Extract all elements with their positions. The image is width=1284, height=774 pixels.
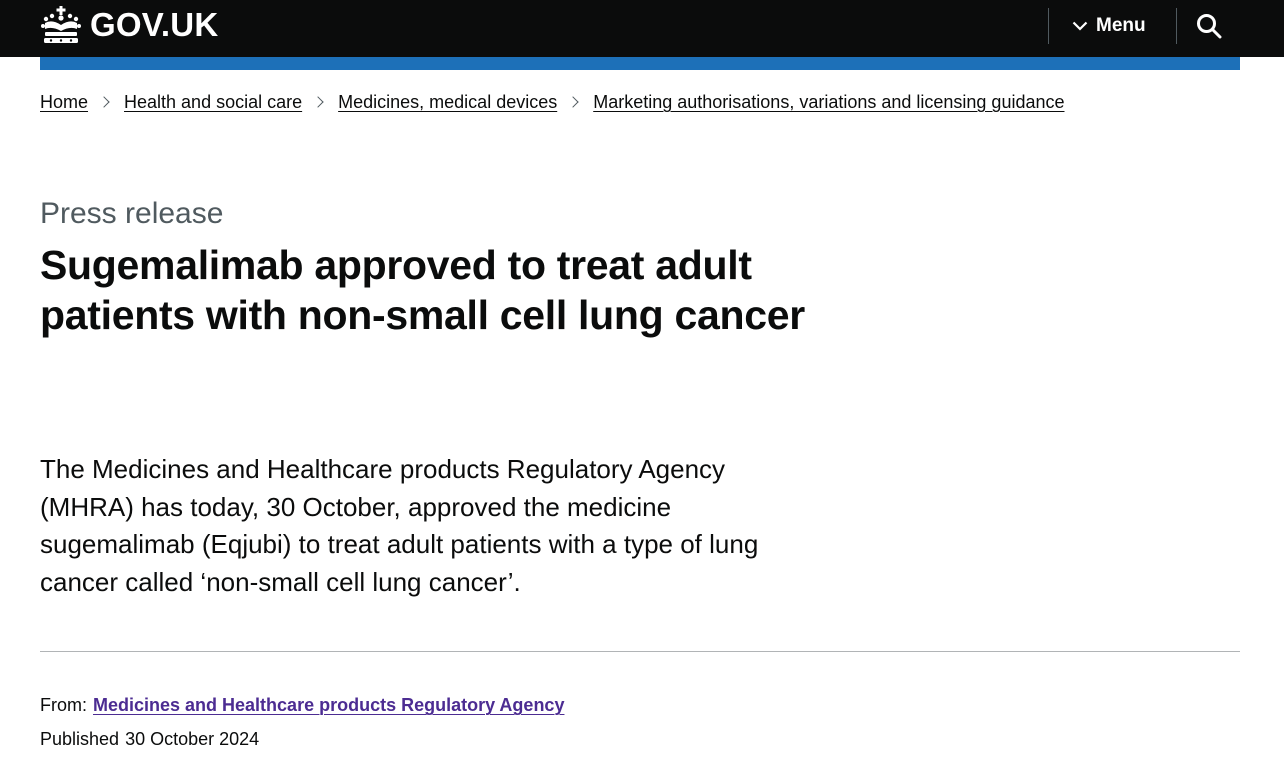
logo-text: GOV.UK (90, 6, 219, 43)
site-header: GOV.UK Menu (0, 0, 1284, 57)
chevron-down-icon (1072, 21, 1088, 31)
chevron-right-icon (312, 96, 324, 108)
breadcrumb-home[interactable]: Home (40, 92, 88, 113)
breadcrumb: Home Health and social care Medicines, m… (40, 88, 1065, 116)
breadcrumb-marketing-authorisations[interactable]: Marketing authorisations, variations and… (593, 92, 1064, 113)
header-accent-bar (40, 57, 1240, 70)
page-caption: Press release (40, 197, 224, 230)
chevron-right-icon (567, 96, 579, 108)
published-date: 30 October 2024 (125, 729, 260, 749)
organisation-link[interactable]: Medicines and Healthcare products Regula… (93, 693, 564, 717)
page-title: Sugemalimab approved to treat adult pati… (40, 242, 805, 338)
metadata-published: Published 30 October 2024 (40, 727, 259, 751)
published-label: Published (40, 729, 120, 749)
crown-icon (41, 6, 81, 43)
menu-label: Menu (1096, 15, 1146, 36)
lead-paragraph: The Medicines and Healthcare products Re… (40, 454, 759, 597)
menu-button[interactable]: Menu (1060, 8, 1170, 44)
breadcrumb-health-and-social-care[interactable]: Health and social care (124, 92, 302, 113)
header-divider (1048, 8, 1049, 44)
search-button[interactable] (1185, 8, 1233, 44)
header-divider (1176, 8, 1177, 44)
chevron-right-icon (98, 96, 110, 108)
breadcrumb-medicines-medical-devices[interactable]: Medicines, medical devices (338, 92, 557, 113)
metadata-from: From: Medicines and Healthcare products … (40, 693, 564, 717)
section-divider (40, 651, 1240, 652)
govuk-logo-link[interactable]: GOV.UK (40, 3, 218, 47)
search-icon (1197, 14, 1222, 39)
from-label: From: (40, 695, 87, 715)
